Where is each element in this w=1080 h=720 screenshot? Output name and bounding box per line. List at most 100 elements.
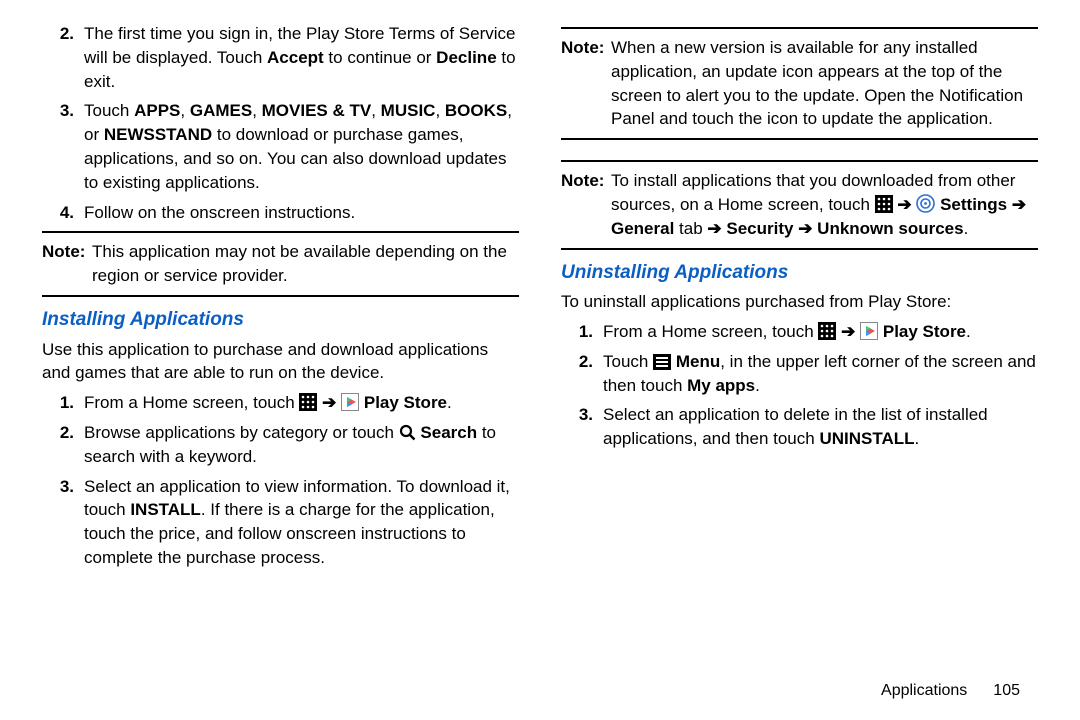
arrow-icon: ➔ xyxy=(707,219,726,238)
list-item: 1. From a Home screen, touch ➔ Play Stor… xyxy=(42,391,519,415)
bold-text: BOOKS xyxy=(445,101,507,120)
bold-text: Security xyxy=(726,219,793,238)
note-text: This application may not be available de… xyxy=(92,240,519,288)
play-store-icon xyxy=(860,322,878,340)
list-text: Follow on the onscreen instructions. xyxy=(84,201,519,225)
note-block: Note: This application may not be availa… xyxy=(42,240,519,288)
text: tab xyxy=(674,219,707,238)
note-text: When a new version is available for any … xyxy=(611,36,1038,131)
list-text: Select an application to view informatio… xyxy=(84,475,519,570)
bold-text: INSTALL xyxy=(130,500,201,519)
bold-text: MUSIC xyxy=(381,101,436,120)
bold-text: Menu xyxy=(676,352,720,371)
list-text: Touch Menu, in the upper left corner of … xyxy=(603,350,1038,398)
note-block: Note: To install applications that you d… xyxy=(561,169,1038,240)
bold-text: Decline xyxy=(436,48,496,67)
list-item: 3. Select an application to delete in th… xyxy=(561,403,1038,451)
list-text: From a Home screen, touch ➔ Play Store. xyxy=(603,320,1038,344)
text: , xyxy=(180,101,189,120)
list-item: 3. Touch APPS, GAMES, MOVIES & TV, MUSIC… xyxy=(42,99,519,194)
list-text: Select an application to delete in the l… xyxy=(603,403,1038,451)
numbered-list: 1. From a Home screen, touch ➔ Play Stor… xyxy=(42,391,519,570)
note-label: Note: xyxy=(561,36,611,131)
list-item: 1. From a Home screen, touch ➔ Play Stor… xyxy=(561,320,1038,344)
apps-grid-icon xyxy=(818,322,836,340)
bold-text: MOVIES & TV xyxy=(262,101,372,120)
note-label: Note: xyxy=(561,169,611,240)
apps-grid-icon xyxy=(875,195,893,213)
text: . xyxy=(966,322,971,341)
paragraph: Use this application to purchase and dow… xyxy=(42,338,519,386)
list-text: Touch APPS, GAMES, MOVIES & TV, MUSIC, B… xyxy=(84,99,519,194)
list-item: 2. Browse applications by category or to… xyxy=(42,421,519,469)
horizontal-rule xyxy=(561,27,1038,29)
note-block: Note: When a new version is available fo… xyxy=(561,36,1038,131)
arrow-icon: ➔ xyxy=(836,322,860,341)
text: , xyxy=(371,101,380,120)
list-text: The first time you sign in, the Play Sto… xyxy=(84,22,519,93)
bold-text: APPS xyxy=(134,101,180,120)
text: . xyxy=(755,376,760,395)
horizontal-rule xyxy=(42,231,519,233)
list-number: 1. xyxy=(42,391,84,415)
bold-text: NEWSSTAND xyxy=(104,125,212,144)
note-text: To install applications that you downloa… xyxy=(611,169,1038,240)
numbered-list: 1. From a Home screen, touch ➔ Play Stor… xyxy=(561,320,1038,451)
settings-gear-icon xyxy=(916,194,935,213)
arrow-icon: ➔ xyxy=(1007,195,1026,214)
text: to continue or xyxy=(324,48,436,67)
bold-text: My apps xyxy=(687,376,755,395)
bold-text: Accept xyxy=(267,48,324,67)
menu-icon xyxy=(653,354,671,370)
list-number: 3. xyxy=(42,475,84,570)
list-text: From a Home screen, touch ➔ Play Store. xyxy=(84,391,519,415)
horizontal-rule xyxy=(561,138,1038,140)
list-number: 3. xyxy=(561,403,603,451)
list-text: Browse applications by category or touch… xyxy=(84,421,519,469)
text: , xyxy=(435,101,444,120)
list-item: 2. Touch Menu, in the upper left corner … xyxy=(561,350,1038,398)
text: From a Home screen, touch xyxy=(603,322,818,341)
bold-text: Settings xyxy=(940,195,1007,214)
page: 2. The first time you sign in, the Play … xyxy=(0,0,1080,680)
list-number: 2. xyxy=(42,22,84,93)
text: . xyxy=(447,393,452,412)
list-number: 4. xyxy=(42,201,84,225)
footer-section: Applications xyxy=(881,682,967,699)
bold-text: Play Store xyxy=(364,393,447,412)
list-item: 2. The first time you sign in, the Play … xyxy=(42,22,519,93)
apps-grid-icon xyxy=(299,393,317,411)
paragraph: To uninstall applications purchased from… xyxy=(561,290,1038,314)
bold-text: Unknown sources xyxy=(817,219,963,238)
text: . xyxy=(964,219,969,238)
arrow-icon: ➔ xyxy=(317,393,341,412)
text: Browse applications by category or touch xyxy=(84,423,399,442)
list-item: 3. Select an application to view informa… xyxy=(42,475,519,570)
page-footer: Applications 105 xyxy=(0,680,1080,720)
footer-page-number: 105 xyxy=(993,682,1020,699)
bold-text: UNINSTALL xyxy=(819,429,914,448)
right-column: Note: When a new version is available fo… xyxy=(561,20,1038,680)
text: Touch xyxy=(84,101,134,120)
list-number: 2. xyxy=(42,421,84,469)
bold-text: Search xyxy=(420,423,477,442)
horizontal-rule xyxy=(561,248,1038,250)
list-item: 4. Follow on the onscreen instructions. xyxy=(42,201,519,225)
text: From a Home screen, touch xyxy=(84,393,299,412)
section-heading-uninstalling: Uninstalling Applications xyxy=(561,260,1038,287)
horizontal-rule xyxy=(42,295,519,297)
bold-text: Play Store xyxy=(883,322,966,341)
note-label: Note: xyxy=(42,240,92,288)
text: Touch xyxy=(603,352,653,371)
horizontal-rule xyxy=(561,160,1038,162)
list-number: 1. xyxy=(561,320,603,344)
text: Select an application to delete in the l… xyxy=(603,405,988,448)
list-number: 2. xyxy=(561,350,603,398)
bold-text: GAMES xyxy=(190,101,252,120)
search-icon xyxy=(399,424,416,441)
numbered-list: 2. The first time you sign in, the Play … xyxy=(42,22,519,224)
left-column: 2. The first time you sign in, the Play … xyxy=(42,20,519,680)
play-store-icon xyxy=(341,393,359,411)
text: , xyxy=(252,101,261,120)
text: . xyxy=(915,429,920,448)
